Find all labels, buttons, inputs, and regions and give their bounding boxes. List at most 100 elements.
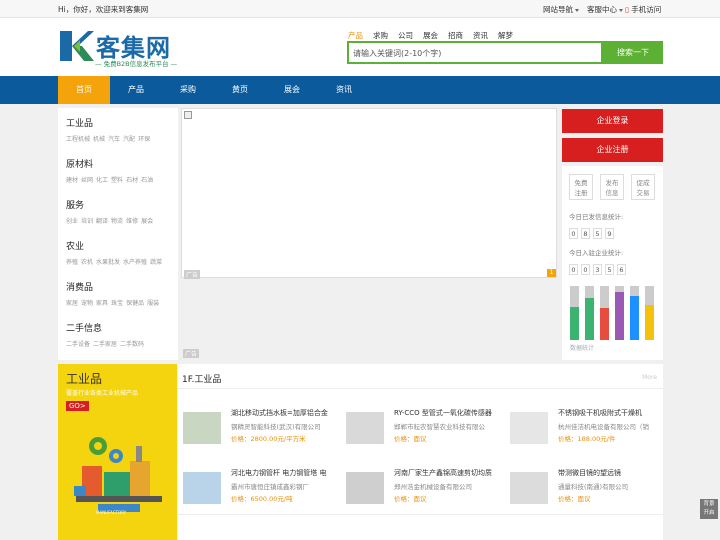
company-login-button[interactable]: 企业登录 (562, 109, 663, 133)
product-image[interactable] (183, 472, 221, 504)
search-tab-news[interactable]: 资讯 (473, 30, 488, 41)
category-sub-link[interactable]: 机械 (93, 136, 105, 143)
category-sub-link[interactable]: 汽配 (123, 136, 135, 143)
ad-tag: 广告 (184, 270, 201, 279)
nav-home[interactable]: 首页 (58, 76, 110, 104)
product-image[interactable] (183, 412, 221, 444)
counter-digit: 0 (581, 264, 590, 275)
promo-go-button[interactable]: GO> (66, 401, 89, 411)
counter-digit: 6 (617, 264, 626, 275)
category-sub-link[interactable]: 翻译 (96, 218, 108, 225)
stat-bar-track (615, 286, 624, 340)
product-card[interactable]: 河北电力钢管杆 电力钢管塔 电霸州市唐恒庄镇成鑫彩钢厂 价格：6500.00元/吨 (183, 468, 338, 512)
floor1-promo[interactable]: 工业品 覆盖行业各类工业机械产品 GO> MANUFACTORY (58, 364, 177, 540)
search-input[interactable]: 请输入关键词(2-10个字) (347, 41, 603, 64)
category-title[interactable]: 原材料 (66, 157, 93, 170)
nav-news[interactable]: 资讯 (318, 76, 370, 104)
company-register-button[interactable]: 企业注册 (562, 138, 663, 162)
banner-slider[interactable]: 广告 1 (181, 108, 557, 279)
slider-page-dot[interactable]: 1 (547, 269, 556, 277)
product-card[interactable]: 带测微目镜的望远镜 通量科技(南通)有限公司 价格：面议 (510, 468, 665, 512)
category-sub-link[interactable]: 环保 (138, 136, 150, 143)
nav-purchase[interactable]: 采购 (162, 76, 214, 104)
product-image[interactable] (346, 412, 384, 444)
product-title[interactable]: 河北电力钢管杆 电力钢管塔 电 (231, 468, 337, 478)
background-toggle-button[interactable]: 背景 开启 (700, 499, 718, 519)
category-title[interactable]: 农业 (66, 239, 84, 252)
category-sub-link[interactable]: 蔬菜 (150, 259, 162, 266)
category-title[interactable]: 服务 (66, 198, 84, 211)
service-link[interactable]: 客服中心 (587, 4, 623, 15)
search-tab-product[interactable]: 产品 (348, 30, 363, 41)
stats-panel: 免费 注册 发布 信息 促成 交易 今日已发信息统计: 0859 今日入驻企业统计: … (562, 166, 663, 360)
search-tab-expo[interactable]: 展会 (423, 30, 438, 41)
quick-register[interactable]: 免费 注册 (569, 174, 593, 200)
site-nav-link[interactable]: 网站导航 (543, 4, 579, 15)
category-sub-link[interactable]: 养殖 (66, 259, 78, 266)
floor-more-link[interactable]: More (642, 374, 657, 381)
counter-digit: 9 (605, 228, 614, 239)
category-sub-link[interactable]: 珠宝 (111, 300, 123, 307)
search-tab-buy[interactable]: 求购 (373, 30, 388, 41)
category-sub-link[interactable]: 二手设备 (66, 341, 90, 348)
product-image[interactable] (510, 472, 548, 504)
category-title[interactable]: 二手信息 (66, 321, 102, 334)
banner-ad-bottom[interactable]: 广告 (181, 280, 557, 360)
logo-slogan: — 免费B2B信息发布平台 — (95, 60, 178, 68)
product-card[interactable]: RY-CCO 型管式一氧化碳传感器 邯郸市耘农智慧农业科技有限公 价格：面议 (346, 408, 501, 452)
logo-icon[interactable] (58, 28, 94, 64)
category-sub-link[interactable]: 家居 (66, 300, 78, 307)
category-sub-link[interactable]: 汽车 (108, 136, 120, 143)
quick-deal[interactable]: 促成 交易 (631, 174, 655, 200)
search-tab-invest[interactable]: 招商 (448, 30, 463, 41)
nav-yellowpage[interactable]: 黄页 (214, 76, 266, 104)
ad-tag: 广告 (183, 349, 200, 358)
category-sub-link[interactable]: 水产养殖 (123, 259, 147, 266)
category-sub-link[interactable]: 水果批发 (96, 259, 120, 266)
category-sub-link[interactable]: 丝网 (81, 177, 93, 184)
product-card[interactable]: 不锈钢吸干机吸附式干燥机 杭州佳洁机电设备有限公司（销 价格：188.00元/件 (510, 408, 665, 452)
mobile-link[interactable]: ▯ 手机访问 (625, 4, 661, 15)
category-sub-link[interactable]: 家具 (96, 300, 108, 307)
category-sub-link[interactable]: 石材 (126, 177, 138, 184)
product-title[interactable]: 不锈钢吸干机吸附式干燥机 (558, 408, 664, 418)
category-sub-link[interactable]: 工程机械 (66, 136, 90, 143)
category-sub-link[interactable]: 维修 (126, 218, 138, 225)
stat-bar-track (585, 286, 594, 340)
divider (178, 514, 663, 515)
product-card[interactable]: 河南厂家生产鑫锦高速剪切均质 郑州浩金机械设备有限公司 价格：面议 (346, 468, 501, 512)
nav-product[interactable]: 产品 (110, 76, 162, 104)
category-sub-link[interactable]: 服装 (147, 300, 159, 307)
category-sub-link[interactable]: 石油 (141, 177, 153, 184)
category-sub-link[interactable]: 建材 (66, 177, 78, 184)
category-sub-link[interactable]: 化工 (96, 177, 108, 184)
category-sub-link[interactable]: 培训 (81, 218, 93, 225)
today-company-label: 今日入驻企业统计: (569, 249, 624, 257)
today-info-label: 今日已发信息统计: (569, 213, 624, 221)
category-title[interactable]: 工业品 (66, 116, 93, 129)
product-image[interactable] (510, 412, 548, 444)
category-sub-link[interactable]: 保健品 (126, 300, 144, 307)
search-tab-company[interactable]: 公司 (398, 30, 413, 41)
search-tab-dream[interactable]: 解梦 (498, 30, 513, 41)
category-sub-link[interactable]: 物流 (111, 218, 123, 225)
product-image[interactable] (346, 472, 384, 504)
product-title[interactable]: 河南厂家生产鑫锦高速剪切均质 (394, 468, 500, 478)
category-sub-link[interactable]: 农机 (81, 259, 93, 266)
category-title[interactable]: 消费品 (66, 280, 93, 293)
category-sub-link[interactable]: 宠物 (81, 300, 93, 307)
product-title[interactable]: 湖北移动式挡水板=加厚铝合金 (231, 408, 337, 418)
category-sub-link[interactable]: 二手家居 (93, 341, 117, 348)
search-button[interactable]: 搜索一下 (603, 41, 663, 64)
quick-publish[interactable]: 发布 信息 (600, 174, 624, 200)
product-title[interactable]: RY-CCO 型管式一氧化碳传感器 (394, 408, 500, 418)
mobile-icon: ▯ (625, 6, 629, 14)
product-title[interactable]: 带测微目镜的望远镜 (558, 468, 664, 478)
divider (178, 388, 663, 389)
category-sub-link[interactable]: 创业 (66, 218, 78, 225)
category-sub-link[interactable]: 展会 (141, 218, 153, 225)
category-sub-link[interactable]: 塑料 (111, 177, 123, 184)
nav-expo[interactable]: 展会 (266, 76, 318, 104)
product-card[interactable]: 湖北移动式挡水板=加厚铝合金 钢精灵智能科技(武汉)有限公司 价格：2800.00元… (183, 408, 338, 452)
category-sub-link[interactable]: 二手数码 (120, 341, 144, 348)
